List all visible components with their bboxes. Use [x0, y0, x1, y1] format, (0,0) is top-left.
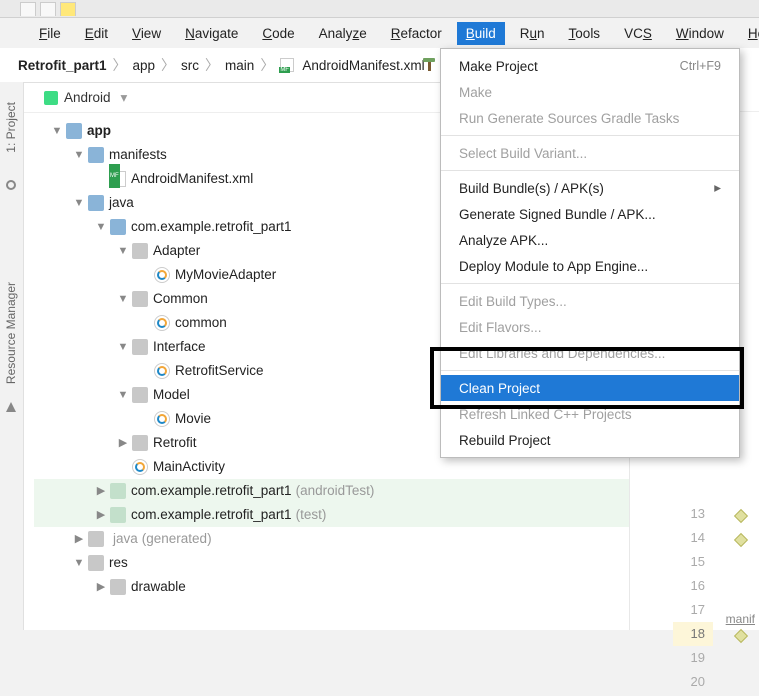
class-icon	[154, 411, 170, 427]
window-tab	[20, 2, 36, 16]
menu-bar: File Edit View Navigate Code Analyze Ref…	[0, 18, 759, 48]
chevron-right-icon: 〉	[260, 55, 274, 75]
menu-edit-libraries: Edit Libraries and Dependencies...	[441, 340, 739, 366]
menu-build[interactable]: Build	[457, 22, 505, 45]
folder-icon	[110, 579, 126, 595]
gutter-line: 16	[673, 574, 713, 598]
menu-clean-project[interactable]: Clean Project	[441, 375, 739, 401]
menu-view[interactable]: View	[123, 22, 170, 45]
breakpoint-icon[interactable]	[734, 509, 748, 523]
package-icon	[110, 507, 126, 523]
breadcrumb-file[interactable]: AndroidManifest.xml	[302, 58, 424, 73]
manifest-file-icon	[280, 58, 294, 72]
module-folder-icon	[66, 123, 82, 139]
chevron-right-icon: 〉	[161, 55, 175, 75]
gutter-line: 17	[673, 598, 713, 622]
package-icon	[110, 219, 126, 235]
menu-navigate[interactable]: Navigate	[176, 22, 247, 45]
editor-gutter: 13 14 15 16 17 18 19 20	[673, 502, 713, 694]
folder-icon	[132, 243, 148, 259]
tree-node-java-generated[interactable]: ▶java(generated)	[34, 527, 629, 551]
breakpoint-icon[interactable]	[734, 629, 748, 643]
folder-icon	[132, 387, 148, 403]
hammer-icon	[421, 57, 437, 73]
menu-tools[interactable]: Tools	[560, 22, 610, 45]
submenu-arrow-icon: ▸	[714, 180, 721, 196]
folder-icon	[132, 339, 148, 355]
menu-help[interactable]: Help	[739, 22, 759, 45]
class-icon	[132, 459, 148, 475]
menu-code[interactable]: Code	[253, 22, 303, 45]
menu-edit-flavors: Edit Flavors...	[441, 314, 739, 340]
editor-marks	[727, 504, 755, 696]
menu-vcs[interactable]: VCS	[615, 22, 661, 45]
folder-icon	[132, 291, 148, 307]
gutter-line: 14	[673, 526, 713, 550]
tree-node-test[interactable]: ▶com.example.retrofit_part1(test)	[34, 503, 629, 527]
chevron-down-icon: ▾	[121, 90, 128, 106]
class-icon	[154, 315, 170, 331]
menu-refresh-cpp: Refresh Linked C++ Projects	[441, 401, 739, 427]
left-tool-rail: 1: Project Resource Manager	[0, 82, 24, 630]
build-menu-dropdown: Make Project Ctrl+F9 Make Run Generate S…	[440, 48, 740, 458]
menu-deploy-app-engine[interactable]: Deploy Module to App Engine...	[441, 253, 739, 279]
tree-node-res[interactable]: ▼res	[34, 551, 629, 575]
menu-window[interactable]: Window	[667, 22, 733, 45]
menu-edit[interactable]: Edit	[76, 22, 117, 45]
gutter-line: 13	[673, 502, 713, 526]
manifest-file-icon	[110, 171, 126, 187]
menu-make: Make	[441, 79, 739, 105]
menu-run[interactable]: Run	[511, 22, 554, 45]
class-icon	[154, 363, 170, 379]
chevron-right-icon: 〉	[205, 55, 219, 75]
android-icon	[44, 91, 58, 105]
gutter-line: 20	[673, 670, 713, 694]
folder-icon	[88, 147, 104, 163]
menu-make-project[interactable]: Make Project Ctrl+F9	[441, 53, 739, 79]
tree-node-mainactivity[interactable]: MainActivity	[34, 455, 629, 479]
menu-analyze[interactable]: Analyze	[310, 22, 376, 45]
chevron-right-icon: 〉	[113, 55, 127, 75]
menu-select-build-variant: Select Build Variant...	[441, 140, 739, 166]
editor-navbar[interactable]: manif	[726, 612, 755, 626]
window-tab	[40, 2, 56, 16]
rail-project-tab[interactable]: 1: Project	[4, 102, 18, 153]
folder-icon	[88, 195, 104, 211]
tree-node-drawable[interactable]: ▶drawable	[34, 575, 629, 599]
folder-icon	[132, 435, 148, 451]
gutter-line: 19	[673, 646, 713, 670]
breadcrumb-src[interactable]: src	[181, 58, 199, 73]
resource-manager-icon	[6, 402, 16, 412]
folder-icon	[88, 555, 104, 571]
gutter-line: 15	[673, 550, 713, 574]
window-tab-strip	[0, 0, 759, 18]
class-icon	[154, 267, 170, 283]
package-icon	[110, 483, 126, 499]
breadcrumb-main[interactable]: main	[225, 58, 254, 73]
menu-run-generate-sources: Run Generate Sources Gradle Tasks	[441, 105, 739, 131]
breadcrumb-app[interactable]: app	[133, 58, 156, 73]
rail-resource-manager-tab[interactable]: Resource Manager	[4, 282, 18, 384]
menu-generate-signed[interactable]: Generate Signed Bundle / APK...	[441, 201, 739, 227]
project-view-label: Android	[64, 90, 111, 105]
menu-analyze-apk[interactable]: Analyze APK...	[441, 227, 739, 253]
menu-refactor[interactable]: Refactor	[382, 22, 451, 45]
gutter-line-current: 18	[673, 622, 713, 646]
menu-rebuild-project[interactable]: Rebuild Project	[441, 427, 739, 453]
menu-edit-build-types: Edit Build Types...	[441, 288, 739, 314]
breakpoint-icon[interactable]	[734, 533, 748, 547]
tree-node-androidtest[interactable]: ▶com.example.retrofit_part1(androidTest)	[34, 479, 629, 503]
menu-file[interactable]: File	[30, 22, 70, 45]
folder-icon	[88, 531, 104, 547]
breadcrumb-project[interactable]: Retrofit_part1	[18, 58, 107, 73]
menu-build-bundles[interactable]: Build Bundle(s) / APK(s)▸	[441, 175, 739, 201]
window-tab-active	[60, 2, 76, 16]
project-icon	[6, 180, 16, 190]
